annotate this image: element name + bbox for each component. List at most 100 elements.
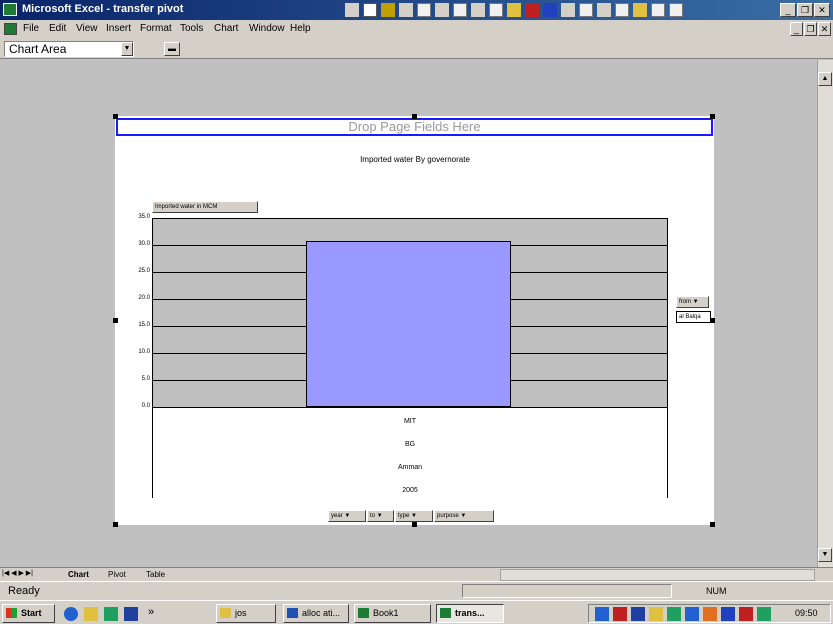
task-allocati[interactable]: alloc ati...	[283, 604, 349, 623]
word-icon	[287, 608, 298, 618]
menu-window[interactable]: Window	[249, 23, 285, 34]
tray-icon[interactable]	[595, 607, 609, 621]
status-bar: Ready NUM	[0, 581, 833, 600]
y-tick-label: 10.0	[138, 349, 150, 355]
tray-icon[interactable]	[649, 607, 663, 621]
vertical-scrollbar[interactable]: ▲ ▼	[817, 60, 833, 567]
y-tick-label: 15.0	[138, 322, 150, 328]
field-button-to[interactable]: to ▼	[367, 510, 394, 522]
menu-view[interactable]: View	[76, 23, 98, 34]
menu-chart[interactable]: Chart	[214, 23, 238, 34]
toolbar-icon[interactable]	[597, 3, 611, 17]
tray-icon[interactable]	[613, 607, 627, 621]
status-text: Ready	[8, 585, 40, 597]
toolbar-icon[interactable]	[381, 3, 395, 17]
tab-pivot[interactable]: Pivot	[108, 568, 126, 581]
selection-handle[interactable]	[412, 522, 417, 527]
toolbar-icon[interactable]	[417, 3, 431, 17]
tab-table[interactable]: Table	[146, 568, 165, 581]
chart-object-box[interactable]: Chart Area	[4, 41, 134, 57]
language-icon[interactable]	[631, 607, 645, 621]
tab-scroll-buttons[interactable]: |◀ ◀ ▶ ▶|	[2, 569, 33, 577]
toolbar-icon[interactable]	[453, 3, 467, 17]
task-book1[interactable]: Book1	[354, 604, 431, 623]
start-label: Start	[21, 608, 42, 618]
desktop-icon[interactable]	[124, 607, 138, 621]
menu-format[interactable]: Format	[140, 23, 172, 34]
tray-icon[interactable]	[721, 607, 735, 621]
chart-title[interactable]: Imported water By governorate	[300, 155, 530, 164]
menu-insert[interactable]: Insert	[106, 23, 131, 34]
minimize-icon[interactable]: _	[780, 3, 796, 17]
field-button-year[interactable]: year ▼	[328, 510, 366, 522]
tray-icon[interactable]	[667, 607, 681, 621]
selection-handle[interactable]	[113, 114, 118, 119]
task-jos[interactable]: jos	[216, 604, 276, 623]
x-category-level-3: Amman	[397, 464, 423, 471]
doc-close-icon[interactable]: ✕	[818, 22, 831, 36]
toolbar-icon[interactable]	[507, 3, 521, 17]
toolbar-icon[interactable]	[651, 3, 665, 17]
page-fields-drop-zone[interactable]: Drop Page Fields Here	[116, 118, 713, 136]
quick-launch: »	[64, 606, 164, 622]
legend-entry: al Balqa	[679, 314, 701, 320]
toolbar-icon[interactable]	[579, 3, 593, 17]
data-bar[interactable]	[306, 241, 511, 407]
toolbar-icon[interactable]	[363, 3, 377, 17]
tray-icon[interactable]	[757, 607, 771, 621]
tray-icon[interactable]	[739, 607, 753, 621]
data-field-button[interactable]: Imported water in MCM	[152, 201, 258, 213]
scroll-up-icon[interactable]: ▲	[818, 72, 832, 86]
chevron-down-icon[interactable]: ▼	[121, 42, 133, 56]
dropdown-arrow-icon: ▼	[411, 513, 417, 519]
tray-icon[interactable]	[703, 607, 717, 621]
menu-file[interactable]: File	[23, 23, 39, 34]
close-icon[interactable]: ✕	[814, 3, 830, 17]
field-button-from[interactable]: from ▼	[676, 296, 709, 308]
selection-handle[interactable]	[113, 522, 118, 527]
toolbar-icon[interactable]	[489, 3, 503, 17]
excel-icon	[358, 608, 369, 618]
toolbar-icon[interactable]	[615, 3, 629, 17]
selection-handle[interactable]	[113, 318, 118, 323]
selection-handle[interactable]	[412, 114, 417, 119]
field-label-purpose: purpose	[437, 513, 459, 519]
selection-handle[interactable]	[710, 522, 715, 527]
media-icon[interactable]	[104, 607, 118, 621]
field-button-purpose[interactable]: purpose ▼	[434, 510, 494, 522]
menu-help[interactable]: Help	[290, 23, 311, 34]
doc-restore-icon[interactable]: ❐	[804, 22, 817, 36]
selection-handle[interactable]	[710, 318, 715, 323]
y-tick-label: 30.0	[138, 241, 150, 247]
toolbar-icon[interactable]	[345, 3, 359, 17]
field-label-to: to	[370, 513, 376, 519]
toolbar-icon[interactable]	[633, 3, 647, 17]
format-selection-icon[interactable]: ▬	[164, 42, 180, 56]
toolbar-icon[interactable]	[435, 3, 449, 17]
num-lock-indicator: NUM	[706, 586, 727, 596]
task-transfer[interactable]: trans...	[436, 604, 504, 623]
tray-icon[interactable]	[685, 607, 699, 621]
selection-handle[interactable]	[710, 114, 715, 119]
toolbar-icon[interactable]	[471, 3, 485, 17]
toolbar-icon[interactable]	[669, 3, 683, 17]
doc-minimize-icon[interactable]: _	[790, 22, 803, 36]
toolbar-icon[interactable]	[561, 3, 575, 17]
menu-tools[interactable]: Tools	[180, 23, 203, 34]
tab-chart[interactable]: Chart	[68, 568, 89, 581]
toolbar-icon[interactable]	[543, 3, 557, 17]
toolbar-icon[interactable]	[525, 3, 539, 17]
ie-icon[interactable]	[64, 607, 78, 621]
start-button[interactable]: Start	[2, 604, 55, 623]
field-button-type[interactable]: type ▼	[395, 510, 433, 522]
scroll-down-icon[interactable]: ▼	[818, 548, 832, 562]
horizontal-scrollbar[interactable]	[500, 569, 815, 581]
legend[interactable]: al Balqa	[676, 311, 711, 323]
restore-icon[interactable]: ❐	[797, 3, 813, 17]
excel-icon	[440, 608, 451, 618]
quick-launch-chevron[interactable]: »	[148, 606, 154, 618]
toolbar-icon[interactable]	[399, 3, 413, 17]
outlook-icon[interactable]	[84, 607, 98, 621]
menu-edit[interactable]: Edit	[49, 23, 66, 34]
folder-icon	[220, 608, 231, 618]
